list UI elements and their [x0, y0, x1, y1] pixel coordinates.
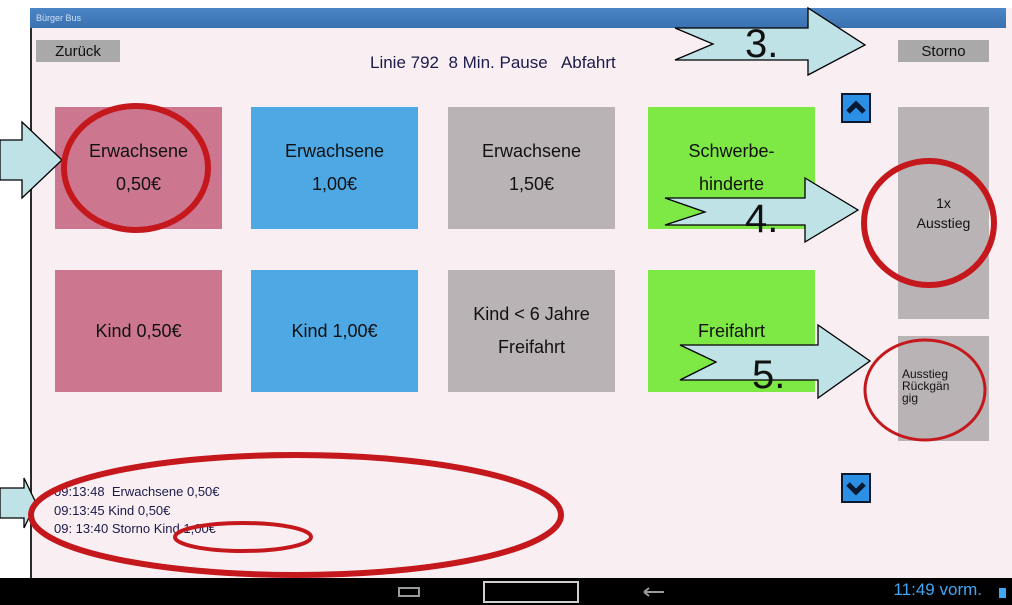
chevron-up-icon: [841, 93, 871, 123]
battery-icon: [999, 588, 1006, 598]
log-entry: 09: 13:40 Storno Kind 1,00€: [54, 521, 216, 536]
exit-once-button[interactable]: 1x Ausstieg: [898, 107, 989, 319]
pause-info: 8 Min. Pause: [448, 53, 548, 72]
fare-child-050-button[interactable]: Kind 0,50€: [55, 270, 222, 392]
home-nav-icon[interactable]: [483, 581, 579, 603]
departure-label: Abfahrt: [560, 53, 616, 72]
fare-free-button[interactable]: Freifahrt: [648, 270, 815, 392]
back-button[interactable]: Zurück: [36, 40, 120, 62]
fare-adult-150-button[interactable]: Erwachsene 1,50€: [448, 107, 615, 229]
transaction-log: 09:13:48 Erwachsene 0,50€ 09:13:45 Kind …: [54, 483, 220, 539]
status-clock: 11:49 vorm.: [893, 580, 982, 599]
fare-adult-050-button[interactable]: Erwachsene 0,50€: [55, 107, 222, 229]
storno-button[interactable]: Storno: [898, 40, 989, 62]
line-number: Linie 792: [370, 53, 440, 72]
log-entry: 09:13:45 Kind 0,50€: [54, 502, 171, 518]
fare-adult-100-button[interactable]: Erwachsene 1,00€: [251, 107, 418, 229]
scroll-down-button[interactable]: [841, 473, 871, 503]
chevron-down-icon: [841, 473, 871, 503]
fare-child-under6-button[interactable]: Kind < 6 Jahre Freifahrt: [448, 270, 615, 392]
back-nav-icon[interactable]: [395, 584, 425, 600]
log-entry: 09:13:48 Erwachsene 0,50€: [54, 484, 220, 499]
fare-disabled-button[interactable]: Schwerbe- hinderte: [648, 107, 815, 229]
trip-header: Linie 792 8 Min. Pause Abfahrt: [370, 53, 616, 73]
recent-apps-icon[interactable]: [640, 584, 670, 600]
window-title: Bürger Bus: [30, 8, 1006, 28]
fare-child-100-button[interactable]: Kind 1,00€: [251, 270, 418, 392]
undo-exit-button[interactable]: Ausstieg Rückgän gig: [898, 336, 989, 441]
scroll-up-button[interactable]: [841, 93, 871, 123]
